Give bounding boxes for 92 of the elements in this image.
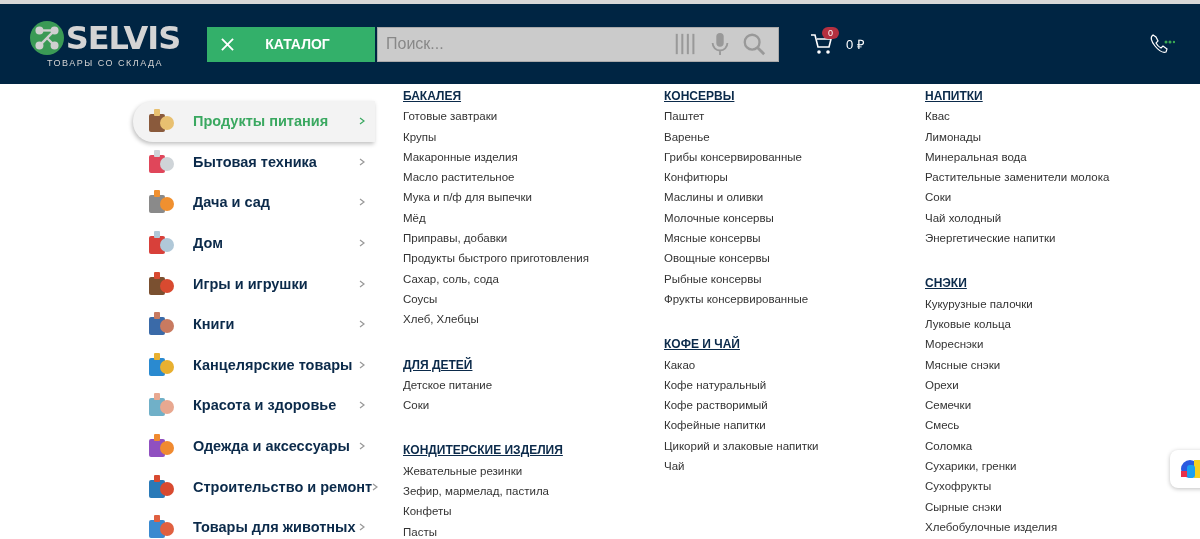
subcategory-link[interactable]: Минеральная вода [925,146,1027,168]
subcategory-link[interactable]: Семечки [925,395,972,416]
subcategory-link[interactable]: Сахар, соль, сода [403,268,499,289]
search-field[interactable]: Поиск... [378,34,664,54]
subcategory-link[interactable]: Сырные снэки [925,496,1002,517]
logo-icon [29,21,64,55]
colorful-circle-icon [1180,459,1200,479]
subcategory-link[interactable]: Овощные консервы [664,248,770,269]
category-item[interactable]: Одежда и аксессуары [133,425,375,467]
subcategory-link[interactable]: Смесь [925,415,960,436]
category-heading-link[interactable]: НАПИТКИ [925,86,983,107]
subcategory-link[interactable]: Кукурузные палочки [925,293,1033,314]
category-item[interactable]: Канцелярские товары [133,344,375,386]
subcategory-link[interactable]: Растительные заменители молока [925,167,1110,188]
category-heading-link[interactable]: СНЭКИ [925,273,967,294]
subcategory-link[interactable]: Луковые кольца [925,313,1011,335]
subcategory-link[interactable]: Мёд [403,207,426,229]
category-heading-link[interactable]: КОНСЕРВЫ [664,86,735,107]
chevron-icon [359,360,365,369]
search-bar[interactable]: Поиск... [377,26,779,62]
subcategory-link[interactable]: Соки [403,395,430,416]
category-heading-link[interactable]: КОФЕ И ЧАЙ [664,334,740,355]
subcategory-link[interactable]: Кофе растворимый [664,395,768,416]
subcategory-link[interactable]: Какао [664,354,696,375]
close-icon [221,37,234,51]
chevron-icon [359,523,365,532]
category-heading-link[interactable]: БАКАЛЕЯ [403,86,462,107]
category-item[interactable]: Книги [133,303,375,345]
subcategory-link[interactable]: Молочные консервы [664,207,774,229]
chevron-icon [359,320,365,329]
subcategory-link[interactable]: Масло растительное [403,167,515,188]
subcategory-link[interactable]: Маслины и оливки [664,187,764,208]
subcategory-link[interactable]: Паштет [664,106,705,127]
subcategory-link[interactable]: Кофе натуральный [664,374,767,396]
subcategory-link[interactable]: Грибы консервированные [664,146,802,168]
subcategory-link[interactable]: Лимонады [925,126,981,147]
widget-button[interactable] [1170,450,1200,488]
subcategory-link[interactable]: Зефир, мармелад, пастила [403,481,549,502]
subcategory-link[interactable]: Кофейные напитки [664,415,766,436]
category-icon [146,512,176,539]
chevron-icon [359,117,365,126]
chevron-icon [372,482,379,491]
subcategory-link[interactable]: Мука и п/ф для выпечки [403,187,532,208]
subcategory-link[interactable]: Мореснэки [925,334,984,355]
subcategory-link[interactable]: Макаронные изделия [403,146,518,168]
subcategory-link[interactable]: Фрукты консервированные [664,288,809,310]
subcategory-link[interactable]: Мясные консервы [664,228,761,249]
category-item[interactable]: Строительство и ремонт [133,466,375,507]
subcategory-link[interactable]: Жевательные резинки [403,460,523,482]
subcategory-link[interactable]: Соки [925,187,952,208]
subcategory-link[interactable]: Сухофрукты [925,476,992,497]
subcategory-link[interactable]: Приправы, добавки [403,228,508,249]
logo-tagline: ТОВАРЫ СО СКЛАДА [46,58,164,68]
category-heading-link[interactable]: ДЛЯ ДЕТЕЙ [403,354,473,375]
subcategory-link[interactable]: Готовые завтраки [403,106,498,127]
subcategory-link[interactable]: Конфитюры [664,167,728,188]
chevron-icon [359,279,365,288]
category-item[interactable]: Дом [133,222,375,264]
category-item[interactable]: Товары для животных [133,506,375,539]
category-item[interactable]: Игры и игрушки [133,263,375,304]
chevron-icon [359,401,365,410]
subcategory-link[interactable]: Сухарики, гренки [925,456,1017,477]
subcategory-link[interactable]: Орехи [925,374,959,396]
category-item[interactable]: Красота и здоровье [133,385,375,426]
cart-count-badge: 0 [822,27,839,39]
subcategory-link[interactable]: Соломка [925,435,973,457]
chevron-icon [359,157,365,166]
subcategory-link[interactable]: Крупы [403,126,437,147]
subcategory-link[interactable]: Чай [664,456,685,477]
category-item[interactable]: Бытовая техника [133,141,375,183]
subcategory-link[interactable]: Хлеб, Хлебцы [403,309,479,330]
category-item[interactable]: Дача и сад [133,182,375,223]
subcategory-link[interactable]: Детское питание [403,374,493,396]
cart-total: 0 ₽ [846,36,865,53]
subcategory-link[interactable]: Хлебобулочные изделия [925,516,1058,538]
phone-icon[interactable] [1149,33,1175,55]
subcategory-link[interactable]: Квас [925,106,950,127]
category-heading-link[interactable]: КОНДИТЕРСКИЕ ИЗДЕЛИЯ [403,440,563,461]
subcategory-link[interactable]: Продукты быстрого приготовления [403,248,589,269]
subcategory-link[interactable]: Мясные снэки [925,354,1001,375]
subcategory-link[interactable]: Энергетические напитки [925,228,1056,249]
subcategory-link[interactable]: Варенье [664,126,710,147]
subcategory-link[interactable]: Соусы [403,288,438,310]
chevron-icon [359,442,365,451]
subcategory-link[interactable]: Чай холодный [925,207,1002,229]
subcategory-link[interactable]: Пасты [403,521,437,539]
logo-wordmark[interactable]: SELVIS [65,20,181,56]
chevron-icon [359,239,365,248]
chevron-icon [359,198,365,207]
subcategory-link[interactable]: Рыбные консервы [664,268,762,289]
subcategory-link[interactable]: Конфеты [403,501,452,522]
subcategory-link[interactable]: Цикорий и злаковые напитки [664,435,819,457]
